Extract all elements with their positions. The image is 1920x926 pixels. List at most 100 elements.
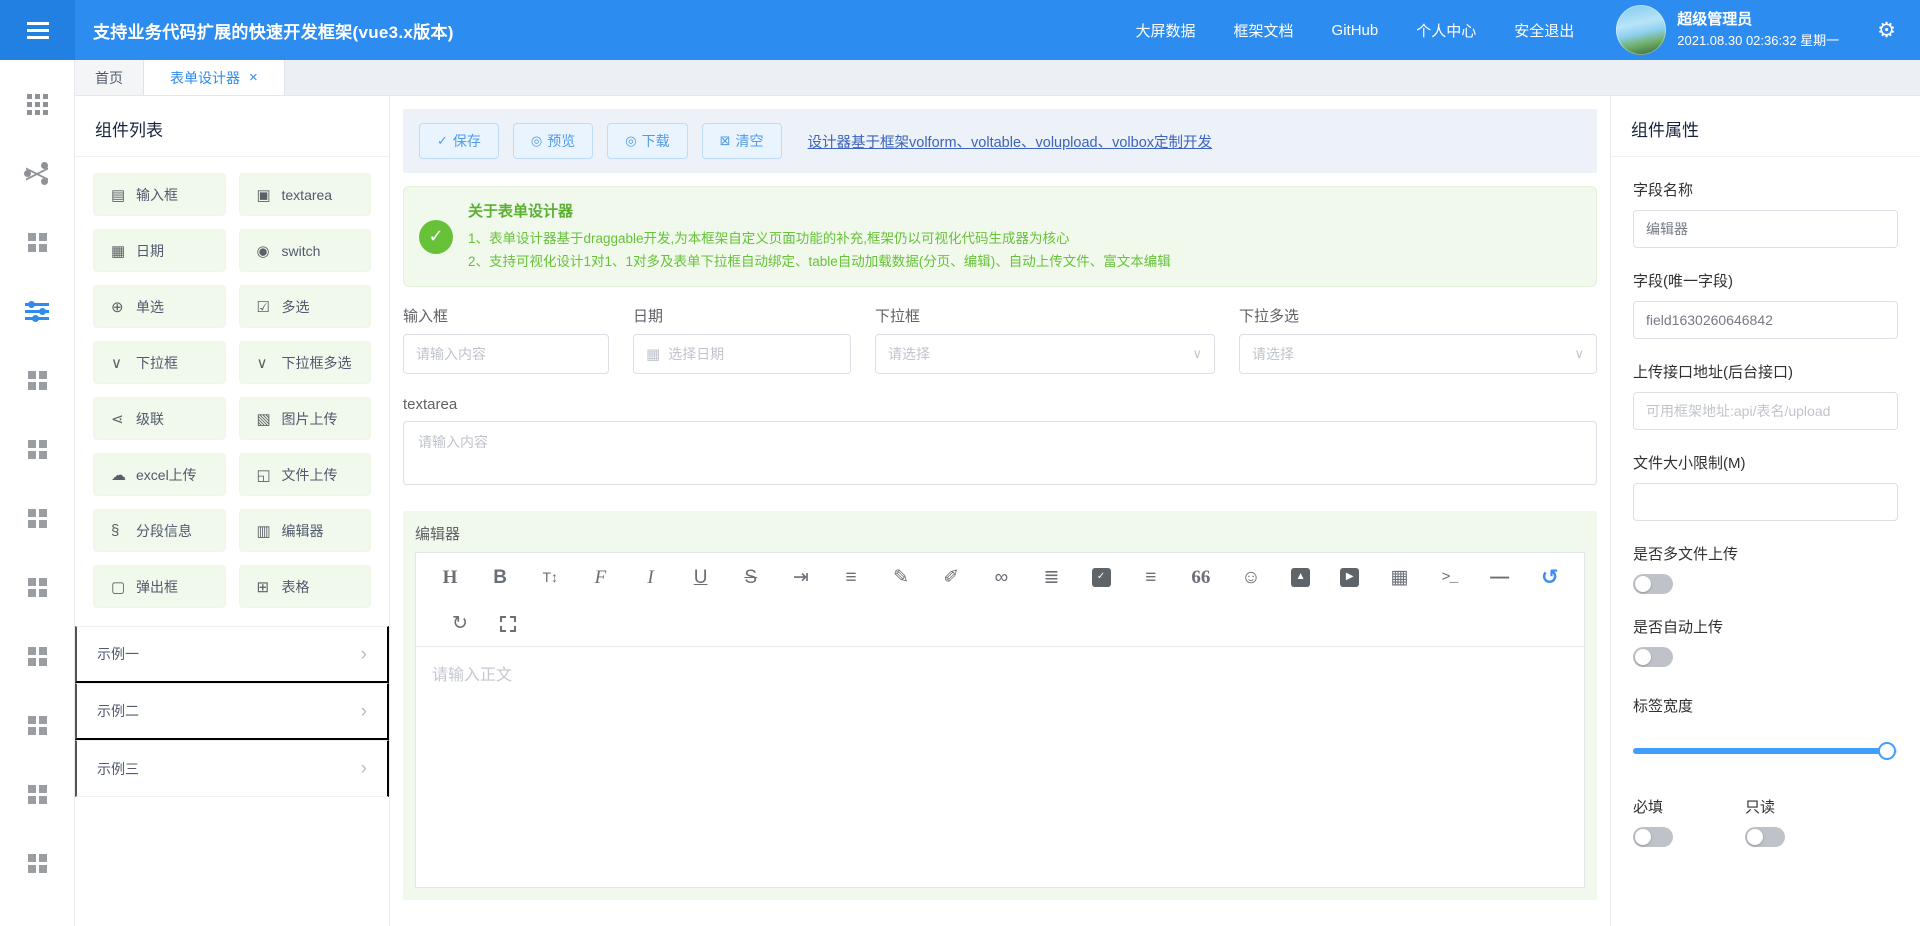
component-item[interactable]: ▢ 弹出框 xyxy=(93,565,226,608)
code-icon[interactable]: >_ xyxy=(1440,566,1460,588)
table-icon[interactable]: ▦ xyxy=(1389,566,1409,588)
field-name-input[interactable] xyxy=(1633,210,1898,248)
component-icon: ▣ xyxy=(257,186,274,204)
slider-track[interactable] xyxy=(1633,748,1898,754)
required-toggle[interactable] xyxy=(1633,827,1673,847)
component-item[interactable]: ⊕ 单选 xyxy=(93,285,226,328)
label-width-slider[interactable] xyxy=(1633,742,1898,760)
sidebar-menu-item[interactable] xyxy=(0,346,74,415)
line-height-icon[interactable]: ≡ xyxy=(841,566,861,588)
sidebar-menu-item[interactable] xyxy=(0,70,74,139)
field-key-input[interactable] xyxy=(1633,301,1898,339)
link-icon[interactable]: ∞ xyxy=(991,566,1011,588)
redo-icon[interactable]: ↻ xyxy=(450,613,470,635)
component-item[interactable]: ▤ 输入框 xyxy=(93,173,226,216)
sidebar-menu-item[interactable] xyxy=(0,829,74,898)
toolbar-button[interactable]: ✓ 保存 xyxy=(419,123,499,159)
example-group-item[interactable]: 示例二 › xyxy=(75,683,389,740)
header-nav-item[interactable]: GitHub xyxy=(1332,22,1379,39)
component-item[interactable]: ∨ 下拉框 xyxy=(93,341,226,384)
multi-file-upload-toggle[interactable] xyxy=(1633,574,1673,594)
component-item[interactable]: ⋖ 级联 xyxy=(93,397,226,440)
component-item[interactable]: ▧ 图片上传 xyxy=(239,397,372,440)
flag-label: 只读 xyxy=(1745,796,1857,817)
text-input-field[interactable] xyxy=(403,334,609,374)
component-item[interactable]: ∨ 下拉框多选 xyxy=(239,341,372,384)
font-size-icon[interactable]: T↕ xyxy=(540,566,560,588)
multi-select-field[interactable]: ∨ xyxy=(1239,334,1597,374)
editor-content-area[interactable]: 请输入正文 xyxy=(416,647,1584,887)
header-nav-item[interactable]: 安全退出 xyxy=(1514,20,1574,41)
file-size-limit-input[interactable] xyxy=(1633,483,1898,521)
image-icon[interactable]: ▲ xyxy=(1291,568,1310,587)
close-tab-icon[interactable]: × xyxy=(249,70,258,85)
upload-url-input[interactable] xyxy=(1633,392,1898,430)
chevron-down-icon[interactable]: ∨ xyxy=(1574,346,1584,362)
editor-field-selected[interactable]: 编辑器 HBT↕FIUS⇥≡✎✐∞≣✓≡66☺▲▶▦>_—↺ ↻ 请输入正文 xyxy=(403,511,1597,900)
quote-icon[interactable]: 66 xyxy=(1191,566,1211,588)
header-nav-item[interactable]: 个人中心 xyxy=(1416,20,1476,41)
indent-icon[interactable]: ⇥ xyxy=(791,566,811,588)
toolbar-button[interactable]: ◎ 下载 xyxy=(607,123,687,159)
sidebar-menu-item[interactable] xyxy=(0,277,74,346)
bold-icon[interactable]: B xyxy=(490,566,510,588)
gear-icon[interactable]: ⚙ xyxy=(1877,20,1896,41)
toolbar-button[interactable]: ◎ 预览 xyxy=(513,123,593,159)
example-groups: 示例一 › 示例二 › 示例三 › xyxy=(75,626,389,797)
auto-upload-toggle[interactable] xyxy=(1633,647,1673,667)
toolbar-button[interactable]: ⊠ 清空 xyxy=(702,123,782,159)
chevron-down-icon[interactable]: ∨ xyxy=(1192,346,1202,362)
sidebar-menu-item[interactable] xyxy=(0,760,74,829)
tab[interactable]: 首页 xyxy=(75,60,144,95)
date-field[interactable]: ▦ xyxy=(633,334,851,374)
todo-checkbox-icon[interactable]: ✓ xyxy=(1092,568,1111,587)
header-nav-item[interactable]: 框架文档 xyxy=(1234,20,1294,41)
sidebar-menu-item[interactable] xyxy=(0,139,74,208)
component-item[interactable]: ◉ switch xyxy=(239,229,372,272)
user-avatar[interactable] xyxy=(1616,5,1666,55)
sidebar-menu-item[interactable] xyxy=(0,553,74,622)
component-item[interactable]: § 分段信息 xyxy=(93,509,226,552)
video-icon[interactable]: ▶ xyxy=(1340,568,1359,587)
component-item[interactable]: ▦ 日期 xyxy=(93,229,226,272)
textarea-input[interactable] xyxy=(403,421,1597,485)
select-field[interactable]: ∨ xyxy=(875,334,1215,374)
field-input[interactable] xyxy=(416,346,596,362)
sidebar-menu-item[interactable] xyxy=(0,484,74,553)
sidebar-menu-item[interactable] xyxy=(0,622,74,691)
underline-icon[interactable]: U xyxy=(691,566,711,588)
slider-knob[interactable] xyxy=(1878,742,1896,760)
emoji-icon[interactable]: ☺ xyxy=(1241,566,1261,588)
sidebar-menu-item[interactable] xyxy=(0,415,74,484)
component-item[interactable]: ☁ excel上传 xyxy=(93,453,226,496)
sidebar-menu-item[interactable] xyxy=(0,208,74,277)
component-item[interactable]: ◱ 文件上传 xyxy=(239,453,372,496)
framework-link[interactable]: 设计器基于框架volform、voltable、volupload、volbox… xyxy=(808,131,1213,152)
example-group-item[interactable]: 示例三 › xyxy=(75,740,389,797)
strikethrough-icon[interactable]: S xyxy=(741,566,761,588)
readonly-toggle[interactable] xyxy=(1745,827,1785,847)
fullscreen-icon[interactable] xyxy=(500,616,516,632)
sidebar-collapse-button[interactable] xyxy=(0,0,75,60)
component-item[interactable]: ☑ 多选 xyxy=(239,285,372,328)
field-input[interactable] xyxy=(1252,346,1566,362)
italic-icon[interactable]: I xyxy=(641,566,661,588)
example-group-item[interactable]: 示例一 › xyxy=(75,626,389,683)
font-color-icon[interactable]: ✐ xyxy=(941,566,961,588)
bullet-list-icon[interactable]: ≣ xyxy=(1042,566,1062,588)
heading-icon[interactable]: H xyxy=(440,566,460,588)
user-info[interactable]: 超级管理员 2021.08.30 02:36:32 星期一 xyxy=(1616,5,1839,55)
field-input[interactable] xyxy=(888,346,1184,362)
align-icon[interactable]: ≡ xyxy=(1141,566,1161,588)
sidebar-menu-item[interactable] xyxy=(0,691,74,760)
header-nav-item[interactable]: 大屏数据 xyxy=(1136,20,1196,41)
highlight-pen-icon[interactable]: ✎ xyxy=(891,566,911,588)
field-input[interactable] xyxy=(668,346,838,362)
component-item[interactable]: ▥ 编辑器 xyxy=(239,509,372,552)
component-item[interactable]: ▣ textarea xyxy=(239,173,372,216)
tab[interactable]: 表单设计器 × xyxy=(144,60,285,95)
undo-icon[interactable]: ↺ xyxy=(1540,566,1560,588)
divider-icon[interactable]: — xyxy=(1490,566,1510,588)
component-item[interactable]: ⊞ 表格 xyxy=(239,565,372,608)
font-family-icon[interactable]: F xyxy=(590,566,610,588)
